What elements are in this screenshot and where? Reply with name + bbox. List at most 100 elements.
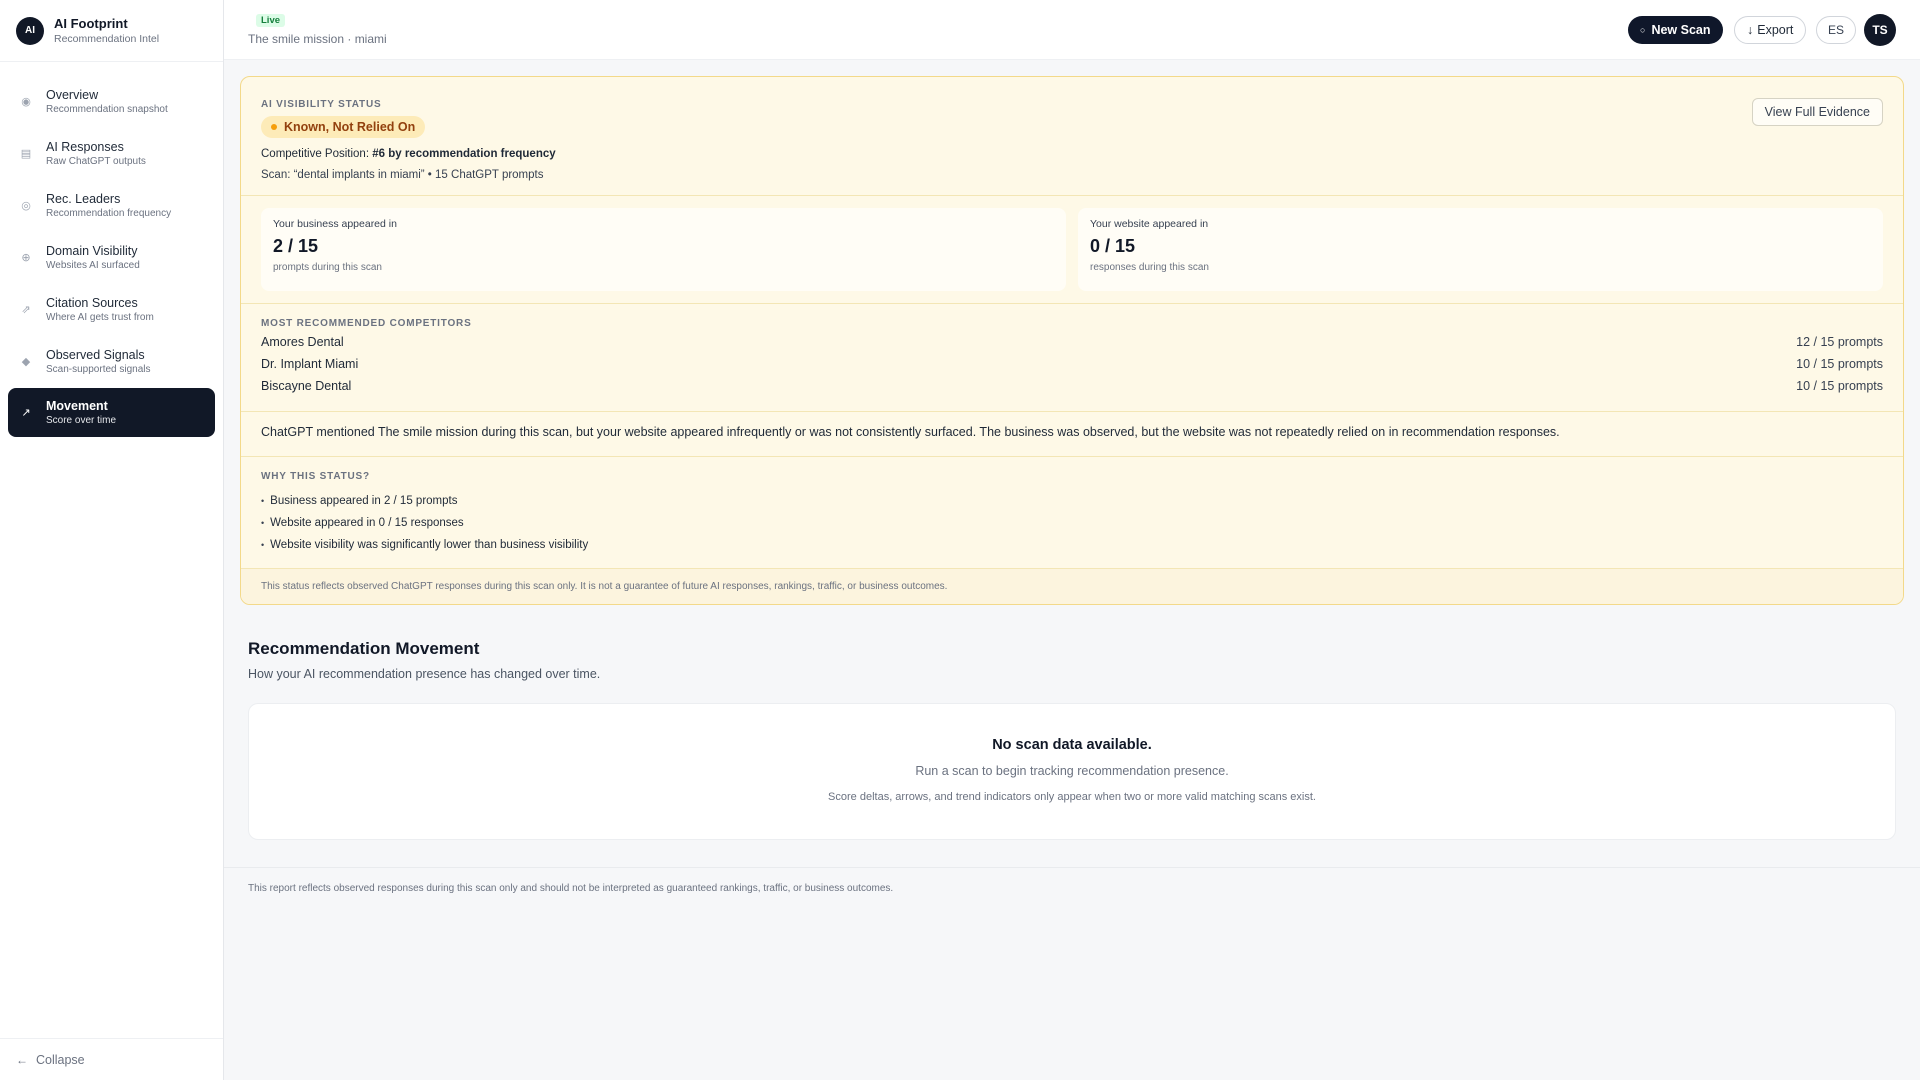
why-status-list: • Business appeared in 2 / 15 prompts • We… bbox=[261, 490, 1883, 556]
list-item: • Business appeared in 2 / 15 prompts bbox=[261, 490, 1883, 512]
scan-icon: ○ bbox=[1640, 25, 1646, 35]
brand-name: AI Footprint bbox=[54, 16, 128, 31]
diamond-icon: ◆ bbox=[21, 355, 31, 368]
overview-icon: ◉ bbox=[21, 95, 31, 108]
why-item-text: Business appeared in 2 / 15 prompts bbox=[270, 495, 458, 507]
status-explanation: ChatGPT mentioned The smile mission duri… bbox=[241, 412, 1903, 457]
arrow-left-icon: ← bbox=[16, 1052, 28, 1067]
status-dot-icon bbox=[271, 124, 277, 130]
status-badge: Known, Not Relied On bbox=[261, 116, 426, 138]
business-appearance-metric: Your business appeared in 2 / 15 prompts… bbox=[261, 208, 1066, 291]
sidebar-item-label: Rec. Leaders bbox=[46, 191, 121, 206]
sidebar-item-ai-responses[interactable]: ▤ AI Responses Raw ChatGPT outputs bbox=[8, 128, 215, 178]
competitor-name: Amores Dental bbox=[261, 335, 344, 349]
sidebar-item-label: Observed Signals bbox=[46, 347, 145, 362]
metric-sub: responses during this scan bbox=[1090, 262, 1209, 273]
sidebar: AI AI Footprint Recommendation Intel ◉ O… bbox=[0, 0, 224, 1080]
sidebar-item-citation-sources[interactable]: ⇗ Citation Sources Where AI gets trust fr… bbox=[8, 284, 215, 334]
list-item: • Website appeared in 0 / 15 responses bbox=[261, 512, 1883, 534]
sidebar-item-label: Citation Sources bbox=[46, 295, 138, 310]
footer-divider bbox=[224, 867, 1920, 868]
download-icon: ↓ bbox=[1747, 23, 1754, 37]
target-icon: ◎ bbox=[21, 199, 31, 212]
empty-state-card: No scan data available. Run a scan to be… bbox=[248, 703, 1896, 840]
empty-state-note: Score deltas, arrows, and trend indicato… bbox=[828, 791, 1316, 803]
language-button[interactable]: ES bbox=[1816, 16, 1856, 44]
status-metrics: Your business appeared in 2 / 15 prompts… bbox=[241, 196, 1903, 304]
sidebar-item-movement[interactable]: ↗ Movement Score over time bbox=[8, 388, 215, 437]
metric-label: Your website appeared in bbox=[1090, 218, 1209, 230]
footer-disclaimer: This report reflects observed responses … bbox=[248, 883, 894, 894]
list-icon: ▤ bbox=[20, 147, 32, 160]
website-appearance-metric: Your website appeared in 0 / 15 response… bbox=[1078, 208, 1883, 291]
metric-value: 2 / 15 bbox=[273, 236, 319, 256]
sidebar-item-sub: Score over time bbox=[46, 415, 117, 426]
status-summary: AI VISIBILITY STATUS Known, Not Relied O… bbox=[241, 77, 1903, 196]
movement-subtitle: How your AI recommendation presence has … bbox=[248, 667, 601, 681]
metric-label: Your business appeared in bbox=[273, 218, 397, 230]
metric-sub: prompts during this scan bbox=[273, 262, 382, 273]
collapse-button[interactable]: ← Collapse bbox=[0, 1038, 223, 1080]
sidebar-item-label: Domain Visibility bbox=[46, 243, 138, 258]
sidebar-item-overview[interactable]: ◉ Overview Recommendation snapshot bbox=[8, 76, 215, 126]
why-status-section: WHY THIS STATUS? • Business appeared in 2… bbox=[241, 457, 1903, 569]
export-button[interactable]: ↓ Export bbox=[1734, 16, 1807, 44]
sidebar-item-sub: Scan-supported signals bbox=[46, 363, 151, 375]
why-item-text: Website appeared in 0 / 15 responses bbox=[270, 517, 464, 529]
new-scan-label: New Scan bbox=[1651, 23, 1711, 37]
competitor-row: Dr. Implant Miami 10 / 15 prompts bbox=[261, 357, 1883, 373]
export-label: Export bbox=[1757, 23, 1794, 37]
metric-value: 0 / 15 bbox=[1090, 236, 1136, 256]
brand-logo: AI bbox=[16, 16, 44, 45]
status-badge-label: Known, Not Relied On bbox=[284, 120, 416, 134]
trend-arrow-icon: ↗ bbox=[21, 407, 31, 419]
sidebar-item-label: Overview bbox=[46, 87, 99, 102]
sidebar-nav: ◉ Overview Recommendation snapshot ▤ AI R… bbox=[0, 62, 223, 453]
brand-tagline: Recommendation Intel bbox=[54, 33, 160, 45]
sidebar-item-sub: Where AI gets trust from bbox=[46, 311, 154, 323]
sidebar-item-sub: Raw ChatGPT outputs bbox=[46, 155, 146, 167]
competitive-position: Competitive Position: #6 by recommendati… bbox=[261, 148, 1883, 160]
globe-icon: ⊕ bbox=[21, 251, 31, 264]
competitor-name: Dr. Implant Miami bbox=[261, 357, 359, 371]
competitor-value: 10 / 15 prompts bbox=[1796, 357, 1883, 371]
list-item: • Website visibility was significantly lo… bbox=[261, 534, 1883, 556]
competitor-name: Biscayne Dental bbox=[261, 379, 352, 393]
scan-info: Scan: “dental implants in miami” • 15 Ch… bbox=[261, 169, 544, 181]
collapse-label: Collapse bbox=[36, 1052, 85, 1067]
avatar[interactable]: TS bbox=[1864, 14, 1896, 46]
competitors-label: MOST RECOMMENDED COMPETITORS bbox=[261, 318, 472, 329]
status-section-label: AI VISIBILITY STATUS bbox=[261, 99, 382, 110]
competitor-row: Biscayne Dental 10 / 15 prompts bbox=[261, 379, 1883, 395]
competitor-value: 12 / 15 prompts bbox=[1796, 335, 1883, 349]
sidebar-item-sub: Recommendation frequency bbox=[46, 207, 172, 219]
why-item-text: Website visibility was significantly low… bbox=[270, 539, 589, 551]
movement-title: Recommendation Movement bbox=[248, 639, 480, 658]
competitor-row: Amores Dental 12 / 15 prompts bbox=[261, 335, 1883, 351]
new-scan-button[interactable]: ○ New Scan bbox=[1628, 16, 1723, 44]
sidebar-item-domain-visibility[interactable]: ⊕ Domain Visibility Websites AI surfaced bbox=[8, 232, 215, 282]
top-header: Live The smile mission · miami ○ New Sca… bbox=[224, 0, 1920, 60]
sidebar-item-observed-signals[interactable]: ◆ Observed Signals Scan-supported signals bbox=[8, 336, 215, 386]
sidebar-item-sub: Recommendation snapshot bbox=[46, 103, 168, 115]
sidebar-item-sub: Websites AI surfaced bbox=[46, 259, 140, 271]
bullet-icon: • bbox=[261, 496, 265, 506]
bullet-icon: • bbox=[261, 540, 265, 550]
brand: AI AI Footprint Recommendation Intel bbox=[0, 0, 223, 62]
sidebar-item-label: Movement bbox=[46, 399, 108, 413]
status-disclaimer: This status reflects observed ChatGPT re… bbox=[241, 569, 1903, 604]
competitor-value: 10 / 15 prompts bbox=[1796, 379, 1883, 393]
sidebar-item-rec-leaders[interactable]: ◎ Rec. Leaders Recommendation frequency bbox=[8, 180, 215, 230]
ai-visibility-status-card: AI VISIBILITY STATUS Known, Not Relied O… bbox=[240, 76, 1904, 605]
link-icon: ⇗ bbox=[21, 303, 31, 316]
empty-state-subtitle: Run a scan to begin tracking recommendat… bbox=[915, 764, 1229, 778]
empty-state-title: No scan data available. bbox=[992, 737, 1152, 753]
competitive-position-value: #6 by recommendation frequency bbox=[372, 148, 556, 160]
competitors-section: MOST RECOMMENDED COMPETITORS Amores Dent… bbox=[241, 304, 1903, 412]
live-badge: Live bbox=[256, 14, 286, 27]
sidebar-item-label: AI Responses bbox=[46, 139, 124, 154]
bullet-icon: • bbox=[261, 518, 265, 528]
why-status-label: WHY THIS STATUS? bbox=[261, 471, 370, 482]
competitive-position-prefix: Competitive Position: bbox=[261, 148, 373, 160]
view-full-evidence-button[interactable]: View Full Evidence bbox=[1751, 98, 1883, 126]
